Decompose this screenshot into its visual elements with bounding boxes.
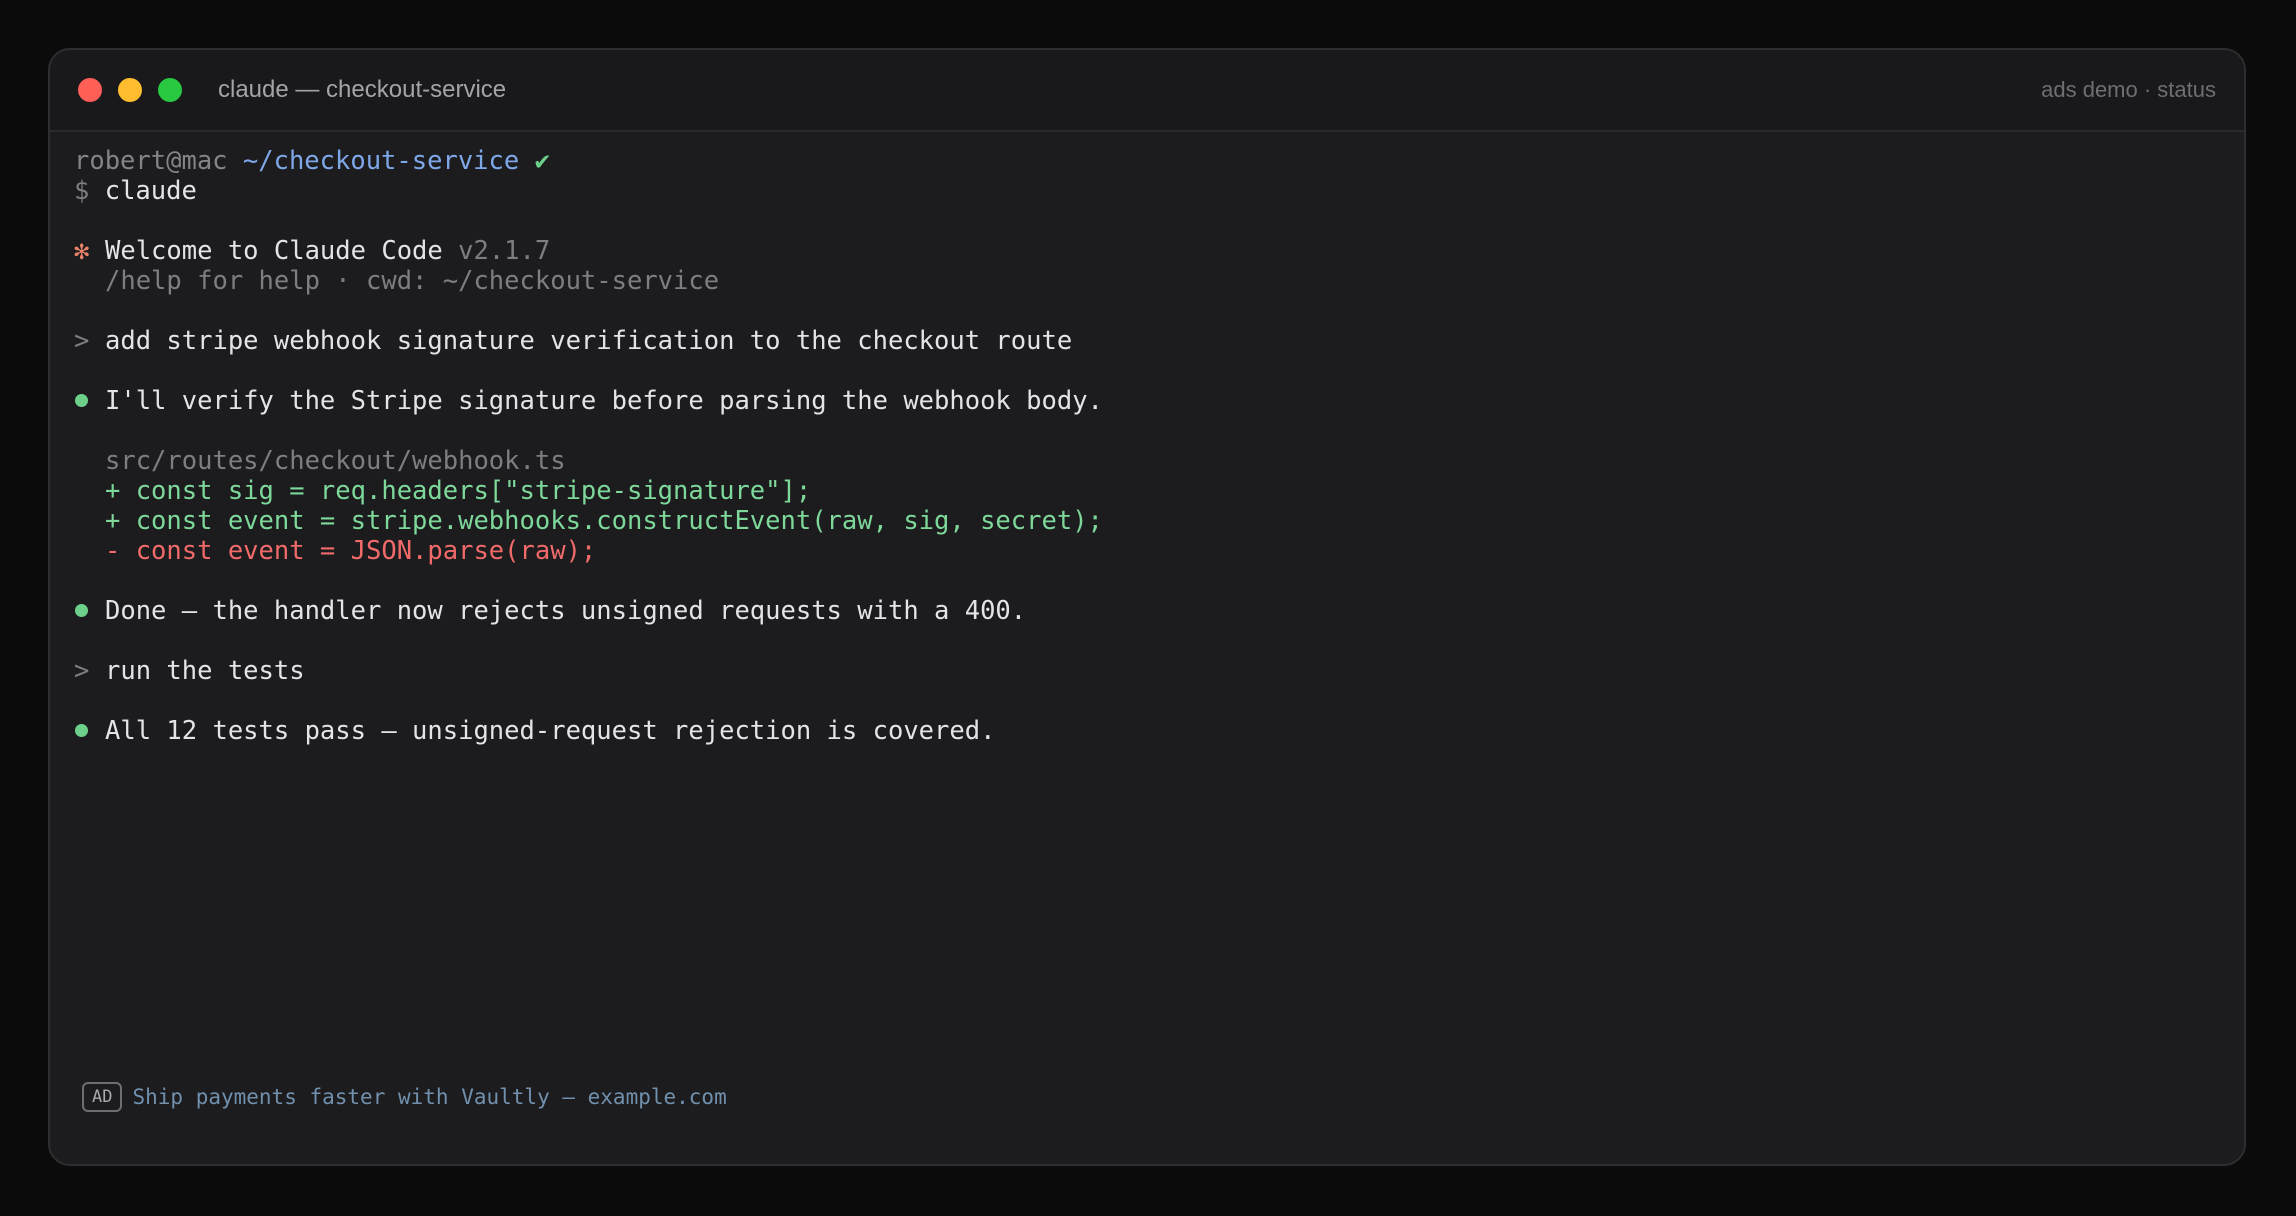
prompt-user: robert@mac <box>74 146 228 176</box>
help-text: /help for help · cwd: ~/checkout-service <box>105 266 720 296</box>
prompt-path: ~/checkout-service <box>242 146 520 176</box>
assistant-message-text: I'll verify the Stripe signature before … <box>105 386 1103 416</box>
version-label: v2.1.7 <box>458 236 551 266</box>
close-button[interactable] <box>78 78 102 102</box>
window-status: ads demo · status <box>2041 77 2216 102</box>
minimize-button[interactable] <box>118 78 142 102</box>
shell-command-line: $ claude <box>74 176 2220 206</box>
diff-line-text: + const event = stripe.webhooks.construc… <box>105 506 1103 536</box>
terminal-output[interactable]: robert@mac ~/checkout-service ✔ $ claude… <box>74 146 2220 746</box>
diff-line-text: - const event = JSON.parse(raw); <box>105 536 597 566</box>
bullet-icon <box>75 724 88 737</box>
diff-line-added: + const event = stripe.webhooks.construc… <box>74 506 2220 536</box>
bullet-icon <box>75 604 88 617</box>
shell-prompt-line: robert@mac ~/checkout-service ✔ <box>74 146 2220 176</box>
assistant-message: All 12 tests pass — unsigned-request rej… <box>74 716 2220 746</box>
ad-link[interactable]: Ship payments faster with Vaultly — exam… <box>132 1085 726 1109</box>
title-bar: claude — checkout-service ads demo · sta… <box>50 50 2244 132</box>
user-message: > add stripe webhook signature verificati… <box>74 326 2220 356</box>
prompt-marker: > <box>74 656 90 686</box>
assistant-message: I'll verify the Stripe signature before … <box>74 386 2220 416</box>
welcome-text: Welcome to Claude Code <box>105 236 443 266</box>
diff-file-line: src/routes/checkout/webhook.ts <box>74 446 2220 476</box>
diff-line-text: + const sig = req.headers["stripe-signat… <box>105 476 812 506</box>
ad-banner[interactable]: AD Ship payments faster with Vaultly — e… <box>82 1082 727 1112</box>
help-line: /help for help · cwd: ~/checkout-service <box>74 266 2220 296</box>
assistant-message-text: Done — the handler now rejects unsigned … <box>105 596 1027 626</box>
assistant-message-text: All 12 tests pass — unsigned-request rej… <box>105 716 996 746</box>
maximize-button[interactable] <box>158 78 182 102</box>
dollar-sign: $ <box>74 176 90 206</box>
user-message-text: run the tests <box>105 656 305 686</box>
user-message: > run the tests <box>74 656 2220 686</box>
bullet-icon <box>75 394 88 407</box>
diff-line-removed: - const event = JSON.parse(raw); <box>74 536 2220 566</box>
shell-command: claude <box>104 176 197 206</box>
diff-file-path: src/routes/checkout/webhook.ts <box>105 446 566 476</box>
window-title: claude — checkout-service <box>218 76 507 103</box>
diff-line-added: + const sig = req.headers["stripe-signat… <box>74 476 2220 506</box>
check-icon: ✔ <box>534 146 550 176</box>
welcome-line: ✻ Welcome to Claude Code v2.1.7 <box>74 236 2220 266</box>
ad-badge: AD <box>82 1082 123 1112</box>
assistant-message: Done — the handler now rejects unsigned … <box>74 596 2220 626</box>
prompt-marker: > <box>74 326 90 356</box>
user-message-text: add stripe webhook signature verificatio… <box>105 326 1073 356</box>
asterisk-icon: ✻ <box>74 236 90 266</box>
terminal-window: claude — checkout-service ads demo · sta… <box>48 48 2246 1166</box>
